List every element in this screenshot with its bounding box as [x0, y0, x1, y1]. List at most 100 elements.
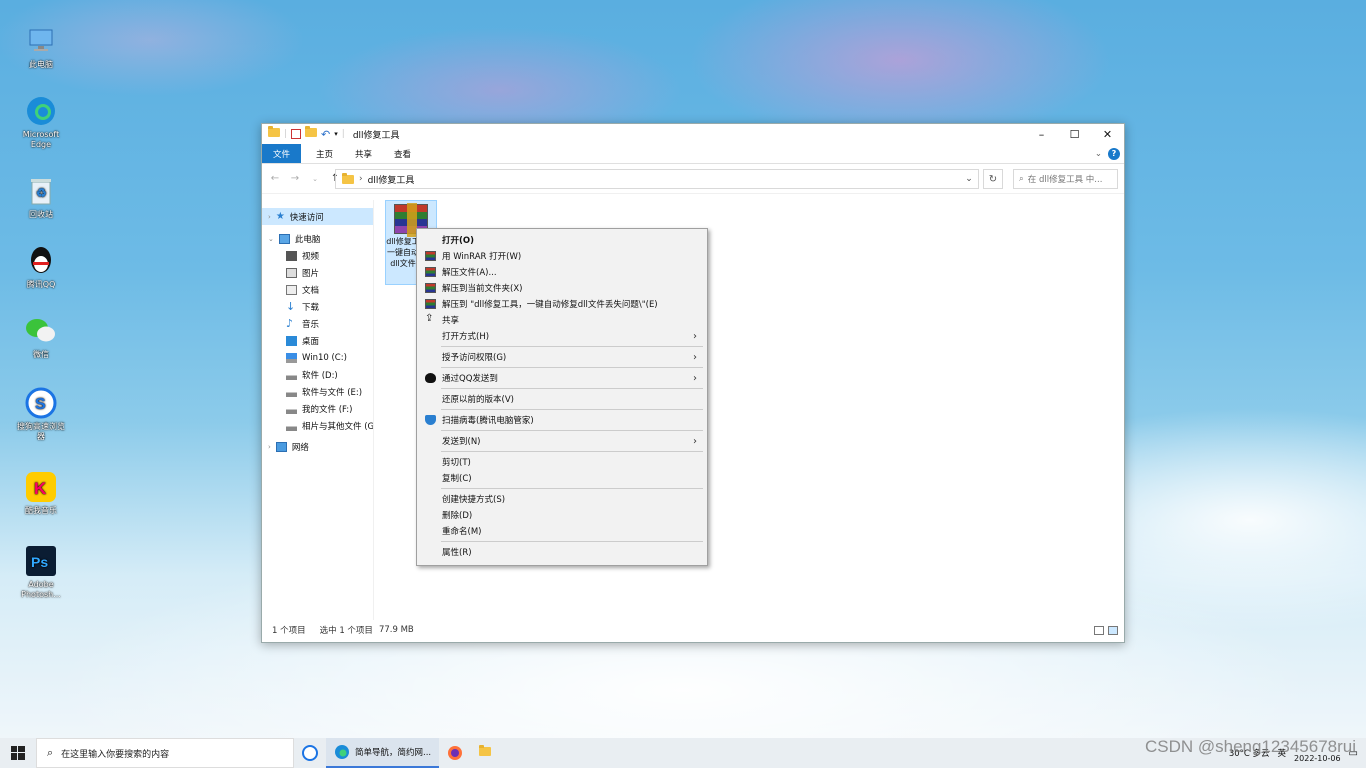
desktop-icon-sogou[interactable]: S 搜狗高速浏览器 [14, 386, 68, 442]
desktop-icon-this-pc[interactable]: 此电脑 [14, 24, 68, 70]
desktop-icon-recycle-bin[interactable]: ♻ 回收站 [14, 174, 68, 220]
properties-icon[interactable] [291, 129, 302, 139]
nav-label: 此电脑 [294, 234, 321, 245]
menu-item-create-shortcut[interactable]: 创建快捷方式(S) [419, 491, 705, 507]
desktop-icon-kuwo[interactable]: K 酷我音乐 [14, 470, 68, 516]
taskbar-firefox[interactable] [439, 738, 471, 768]
desktop-icon-label: 回收站 [29, 210, 53, 219]
expand-ribbon-icon[interactable]: ⌄ [1095, 149, 1102, 159]
folder-icon [479, 745, 492, 759]
breadcrumb[interactable]: dll修复工具 [368, 173, 415, 186]
details-view-icon[interactable] [1094, 625, 1104, 635]
video-icon [286, 250, 297, 261]
back-arrow-icon[interactable]: ← [268, 173, 282, 184]
menu-separator [441, 430, 703, 431]
customize-toolbar-icon[interactable]: ▾ [334, 130, 338, 138]
nav-item-drive-d[interactable]: 软件 (D:) [262, 366, 373, 383]
menu-label: 还原以前的版本(V) [442, 395, 514, 405]
desktop-icon-label: 搜狗高速浏览器 [17, 422, 65, 441]
nav-item-documents[interactable]: 文档 [262, 281, 373, 298]
help-icon[interactable]: ? [1108, 147, 1120, 160]
nav-label: 网络 [291, 442, 309, 453]
menu-item-scan-virus[interactable]: 扫描病毒(腾讯电脑管家) [419, 412, 705, 428]
desktop-icon-photoshop[interactable]: Ps Adobe Photosh... [14, 544, 68, 600]
tab-share[interactable]: 共享 [344, 144, 383, 163]
menu-item-open-with[interactable]: 打开方式(H) › [419, 328, 705, 344]
desktop-icon-label: 腾讯QQ [26, 280, 56, 289]
picture-icon [286, 267, 297, 278]
search-input[interactable]: ⌕ 在 dll修复工具 中... [1013, 169, 1118, 189]
menu-item-cut[interactable]: 剪切(T) [419, 454, 705, 470]
tab-home[interactable]: 主页 [305, 144, 344, 163]
nav-item-downloads[interactable]: ↓ 下载 [262, 298, 373, 315]
nav-item-drive-g[interactable]: 相片与其他文件 (G: [262, 417, 373, 434]
nav-label: 桌面 [302, 336, 320, 347]
recent-locations-icon[interactable]: ⌄ [308, 175, 322, 183]
address-bar[interactable]: › dll修复工具 ⌄ [335, 169, 979, 189]
forward-arrow-icon[interactable]: → [288, 173, 302, 184]
context-menu: 打开(O) 用 WinRAR 打开(W) 解压文件(A)... 解压到当前文件夹… [416, 228, 708, 566]
tab-file[interactable]: 文件 [262, 144, 302, 163]
expand-arrow-icon: ⌄ [268, 234, 274, 243]
menu-label: 扫描病毒(腾讯电脑管家) [442, 416, 534, 426]
ribbon-tabs: 文件 主页 共享 查看 ⌄ ? [262, 144, 1124, 164]
menu-item-properties[interactable]: 属性(R) [419, 544, 705, 560]
menu-item-send-via-qq[interactable]: 通过QQ发送到 › [419, 370, 705, 386]
nav-label: 相片与其他文件 (G: [302, 421, 373, 432]
menu-item-extract-here[interactable]: 解压到当前文件夹(X) [419, 280, 705, 296]
taskbar-search-box[interactable]: ⌕ 在这里输入你要搜索的内容 [36, 738, 294, 768]
edge-icon [24, 94, 58, 128]
minimize-button[interactable]: – [1025, 124, 1058, 144]
winrar-icon [425, 283, 436, 293]
new-folder-icon[interactable] [305, 126, 318, 140]
menu-item-grant-access[interactable]: 授予访问权限(G) › [419, 349, 705, 365]
firefox-icon [448, 746, 463, 760]
nav-item-videos[interactable]: 视频 [262, 247, 373, 264]
sogou-browser-icon [302, 745, 318, 761]
nav-item-desktop[interactable]: 桌面 [262, 332, 373, 349]
menu-label: 授予访问权限(G) [442, 353, 507, 363]
maximize-button[interactable]: ☐ [1058, 124, 1091, 144]
nav-item-music[interactable]: ♪ 音乐 [262, 315, 373, 332]
undo-icon[interactable]: ↶ [321, 128, 330, 141]
large-icons-view-icon[interactable] [1108, 625, 1118, 635]
desktop-icon-label: 此电脑 [29, 60, 53, 69]
refresh-button[interactable]: ↻ [983, 169, 1003, 189]
taskbar-sogou-browser[interactable] [294, 738, 326, 768]
menu-item-delete[interactable]: 删除(D) [419, 507, 705, 523]
menu-item-copy[interactable]: 复制(C) [419, 470, 705, 486]
nav-item-drive-f[interactable]: 我的文件 (F:) [262, 400, 373, 417]
address-dropdown-icon[interactable]: ⌄ [960, 174, 978, 184]
nav-item-drive-c[interactable]: Win10 (C:) [262, 349, 373, 366]
computer-icon [278, 233, 290, 244]
nav-item-pictures[interactable]: 图片 [262, 264, 373, 281]
selected-size: 77.9 MB [378, 625, 414, 635]
menu-item-extract-to-folder[interactable]: 解压到 "dll修复工具，一键自动修复dll文件丢失问题\"(E) [419, 296, 705, 312]
tab-view[interactable]: 查看 [383, 144, 422, 163]
start-button[interactable] [0, 738, 36, 768]
taskbar-search-placeholder: 在这里输入你要搜索的内容 [61, 749, 170, 760]
qq-icon [425, 373, 436, 383]
menu-item-rename[interactable]: 重命名(M) [419, 523, 705, 539]
taskbar-file-explorer[interactable] [471, 738, 499, 768]
nav-this-pc[interactable]: ⌄ 此电脑 [262, 230, 373, 247]
submenu-arrow-icon: › [693, 372, 697, 384]
menu-item-share[interactable]: ⇪ 共享 [419, 312, 705, 328]
nav-item-drive-e[interactable]: 软件与文件 (E:) [262, 383, 373, 400]
desktop-icon-qq[interactable]: 腾讯QQ [14, 244, 68, 290]
close-button[interactable]: ✕ [1091, 124, 1124, 144]
nav-quick-access[interactable]: › ★ 快速访问 [262, 208, 373, 225]
menu-label: 创建快捷方式(S) [442, 495, 506, 505]
nav-network[interactable]: › 网络 [262, 438, 373, 455]
taskbar-edge-window[interactable]: 简单导航，简约网... [326, 738, 440, 768]
desktop-icon-wechat[interactable]: 微信 [14, 314, 68, 360]
menu-item-send-to[interactable]: 发送到(N) › [419, 433, 705, 449]
menu-item-open-with-winrar[interactable]: 用 WinRAR 打开(W) [419, 248, 705, 264]
status-bar: 1 个项目 选中 1 个项目 77.9 MB [262, 618, 1124, 642]
menu-item-restore-versions[interactable]: 还原以前的版本(V) [419, 391, 705, 407]
nav-label: 视频 [302, 251, 320, 262]
nav-label: 软件与文件 (E:) [302, 387, 363, 398]
desktop-icon-edge[interactable]: Microsoft Edge [14, 94, 68, 150]
menu-item-extract-files[interactable]: 解压文件(A)... [419, 264, 705, 280]
menu-item-open[interactable]: 打开(O) [419, 232, 705, 248]
